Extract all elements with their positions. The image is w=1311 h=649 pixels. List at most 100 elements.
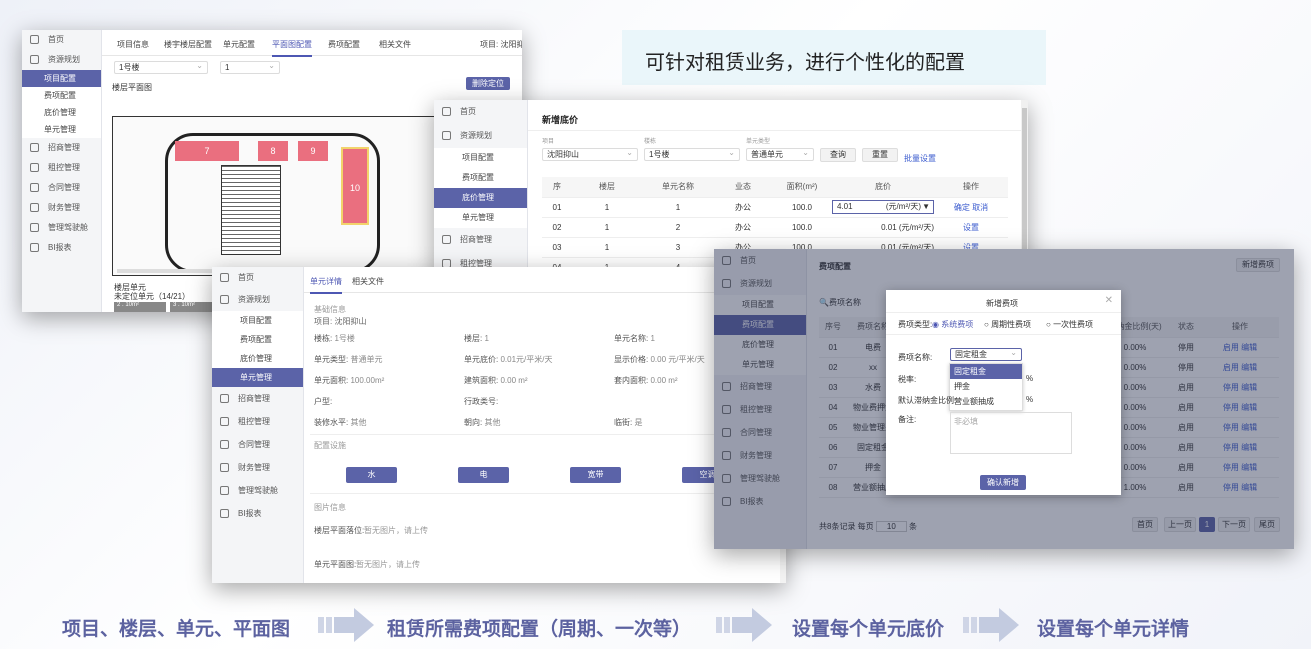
sidebar-item-investment[interactable]: 招商管理 [434, 228, 527, 252]
detail-field: 单元类型: 普通单元 [314, 355, 383, 364]
briefcase-icon [30, 143, 39, 152]
table-row: 01 1 1 办公 100.0 4.01 (元/m²/天) ▼ 确定 取消 [542, 197, 1008, 218]
tab-floor-plan[interactable]: 平面图配置 [272, 39, 312, 57]
sidebar-item-resource[interactable]: 资源规划 [22, 50, 101, 70]
sidebar-item-unit-manage[interactable]: 单元管理 [434, 208, 527, 228]
detail-field: 楼层: 1 [464, 334, 489, 343]
sidebar-item-base-price[interactable]: 底价管理 [212, 349, 303, 368]
unit-plan-value[interactable]: 暂无图片，请上传 [356, 559, 420, 570]
floor-select[interactable]: 1 [220, 60, 280, 74]
close-icon[interactable]: ✕ [1105, 295, 1113, 306]
room-8[interactable]: 8 [258, 141, 288, 161]
tab-fee-config[interactable]: 费项配置 [328, 39, 360, 50]
contract-icon [30, 183, 39, 192]
tab-unit-detail[interactable]: 单元详情 [310, 276, 342, 294]
sidebar-item-finance[interactable]: 财务管理 [212, 456, 303, 479]
table-header: 序 楼层 单元名称 业态 面积(m²) 底价 操作 [542, 177, 1008, 198]
section-basic-info: 基础信息 [314, 305, 346, 314]
reset-button[interactable]: 重置 [862, 148, 898, 162]
sidebar-item-project-config[interactable]: 项目配置 [212, 311, 303, 330]
facility-electricity[interactable]: 电 [458, 467, 509, 483]
table-icon [30, 243, 39, 252]
tab-building-floor[interactable]: 楼宇楼层配置 [164, 39, 212, 50]
sidebar-item-fee-config[interactable]: 费项配置 [22, 87, 101, 104]
sidebar-item-project-config[interactable]: 项目配置 [22, 70, 101, 87]
radio-onetime[interactable]: ○ 一次性费项 [1046, 319, 1093, 330]
detail-field: 行政类号: [464, 397, 499, 406]
room-9[interactable]: 9 [298, 141, 328, 161]
cart-icon [220, 486, 229, 495]
sidebar-item-base-price[interactable]: 底价管理 [434, 188, 527, 208]
chart-icon [30, 55, 39, 64]
note-textarea[interactable]: 非必填 [950, 412, 1072, 454]
sidebar-item-base-price[interactable]: 底价管理 [22, 104, 101, 121]
building-filter-label: 楼栋 [644, 139, 657, 145]
briefcase-icon [220, 394, 229, 403]
building-select[interactable]: 1号楼 [644, 147, 740, 161]
sidebar-item-rent-control[interactable]: 租控管理 [212, 410, 303, 433]
tab-related-files[interactable]: 相关文件 [379, 39, 411, 50]
caret-down-icon[interactable]: ▼ [922, 201, 930, 213]
sidebar-item-fee-config[interactable]: 费项配置 [434, 168, 527, 188]
tab-unit-config[interactable]: 单元配置 [223, 39, 255, 50]
batch-set-link[interactable]: 批量设置 [904, 153, 936, 164]
option-deposit[interactable]: 押金 [950, 379, 1022, 394]
finance-icon [30, 203, 39, 212]
sidebar-item-project-config[interactable]: 项目配置 [434, 148, 527, 168]
finance-icon [220, 463, 229, 472]
sidebar-item-resource[interactable]: 资源规划 [434, 124, 527, 148]
sidebar-item-investment[interactable]: 招商管理 [22, 138, 101, 158]
facility-water[interactable]: 水 [346, 467, 397, 483]
sidebar-item-rent-control[interactable]: 租控管理 [22, 158, 101, 178]
project-label: 项目: 沈阳抑山 [314, 317, 367, 326]
sidebar-item-resource[interactable]: 资源规划 [212, 289, 303, 311]
sidebar: 首页 资源规划 项目配置 费项配置 底价管理 单元管理 招商管理 租控管理 合同… [22, 30, 102, 312]
table-icon [220, 509, 229, 518]
cart-icon [30, 223, 39, 232]
radio-system[interactable]: ◉ 系统费项 [932, 319, 973, 330]
sidebar-item-contract[interactable]: 合同管理 [22, 178, 101, 198]
sidebar-item-fee-config[interactable]: 费项配置 [212, 330, 303, 349]
tax-pct: % [1026, 374, 1034, 383]
contract-icon [220, 440, 229, 449]
fee-name-select[interactable]: 固定租金 [950, 347, 1022, 361]
unit-type-select[interactable]: 普通单元 [746, 147, 814, 161]
set-button[interactable]: 设置 [934, 217, 1008, 238]
sidebar-item-unit-manage[interactable]: 单元管理 [212, 368, 303, 387]
new-fee-modal: 新增费项 ✕ 费项类型: ◉ 系统费项 ○ 周期性费项 ○ 一次性费项 费项名称… [886, 290, 1121, 495]
facility-broadband[interactable]: 宽带 [570, 467, 621, 483]
fee-type-label: 费项类型: [898, 320, 933, 329]
floor-location-value[interactable]: 暂无图片，请上传 [364, 525, 428, 536]
sidebar-item-unit-manage[interactable]: 单元管理 [22, 121, 101, 138]
sidebar-item-dashboard[interactable]: 管理驾驶舱 [212, 479, 303, 502]
tab-related-files[interactable]: 相关文件 [352, 276, 384, 287]
sidebar-item-home[interactable]: 首页 [212, 267, 303, 289]
room-7[interactable]: 7 [175, 141, 239, 161]
sidebar-item-home[interactable]: 首页 [434, 100, 527, 124]
room-10[interactable]: 10 [341, 147, 369, 225]
sidebar-item-investment[interactable]: 招商管理 [212, 387, 303, 410]
option-revenue-share[interactable]: 营业额抽成 [950, 394, 1022, 409]
confirm-add-button[interactable]: 确认新增 [980, 475, 1026, 490]
sidebar-item-contract[interactable]: 合同管理 [212, 433, 303, 456]
delete-location-button[interactable]: 删除定位 [466, 77, 510, 90]
confirm-cancel-actions[interactable]: 确定 取消 [934, 197, 1008, 218]
price-input[interactable]: 4.01 (元/m²/天) ▼ [832, 200, 934, 214]
tab-project-info[interactable]: 项目信息 [117, 39, 149, 50]
radio-periodic[interactable]: ○ 周期性费项 [984, 319, 1031, 330]
unit-chip-2[interactable]: 2 . 10m² [114, 302, 166, 312]
fee-config-window: 首页 资源规划 项目配置 费项配置 底价管理 单元管理 招商管理 租控管理 合同… [714, 249, 1294, 549]
detail-field: 临街: 是 [614, 418, 643, 427]
stair-core [221, 165, 281, 255]
sidebar-item-bi[interactable]: BI报表 [212, 502, 303, 525]
building-select[interactable]: 1号楼 [114, 60, 208, 74]
sidebar-item-bi[interactable]: BI报表 [22, 238, 101, 258]
option-fixed-rent[interactable]: 固定租金 [950, 364, 1022, 379]
sidebar-item-dashboard[interactable]: 管理驾驶舱 [22, 218, 101, 238]
home-icon [220, 273, 229, 282]
sidebar-item-finance[interactable]: 财务管理 [22, 198, 101, 218]
banner-text: 可针对租赁业务，进行个性化的配置 [645, 52, 965, 74]
sidebar-item-home[interactable]: 首页 [22, 30, 101, 50]
query-button[interactable]: 查询 [820, 148, 856, 162]
project-select[interactable]: 沈阳抑山 [542, 147, 638, 161]
